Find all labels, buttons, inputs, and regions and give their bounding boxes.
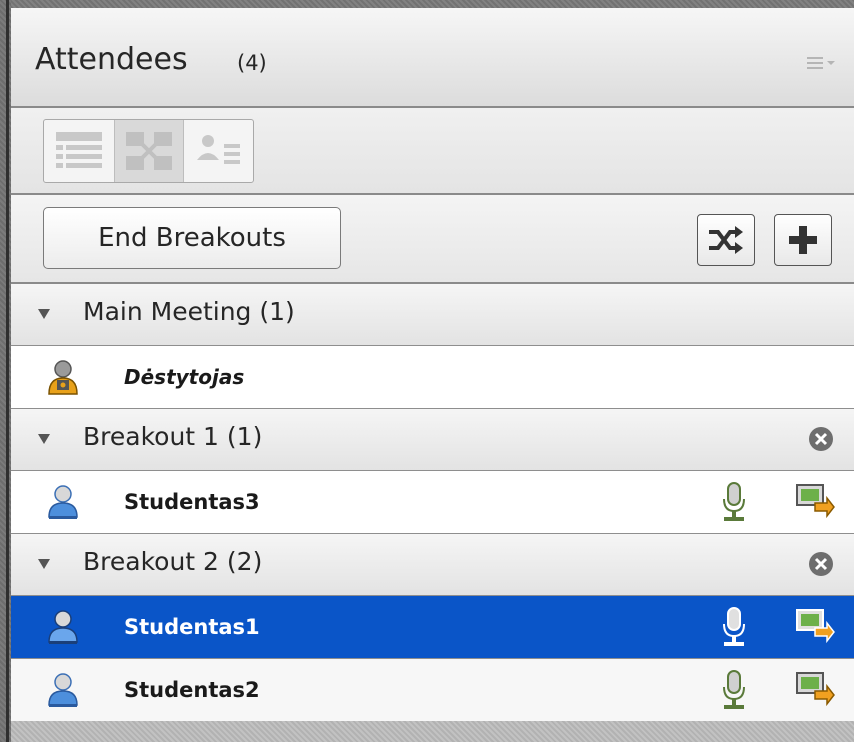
shuffle-icon [709, 226, 743, 254]
group-row-breakout-1[interactable]: Breakout 1 (1) [11, 409, 854, 471]
close-breakout-icon[interactable] [807, 550, 835, 578]
list-view-button[interactable] [44, 120, 114, 182]
microphone-icon[interactable] [719, 481, 749, 523]
attendee-name: Dėstytojas [124, 365, 245, 389]
shuffle-button[interactable] [697, 214, 755, 266]
microphone-icon[interactable] [719, 669, 749, 711]
add-breakout-button[interactable] [774, 214, 832, 266]
panel-header: Attendees (4) [11, 8, 854, 108]
microphone-icon[interactable] [719, 606, 749, 648]
share-screen-icon[interactable] [795, 608, 835, 644]
participant-user-icon [48, 610, 78, 644]
attendees-panel: Attendees (4) End Breakouts Main Meeting… [11, 8, 854, 722]
group-label: Breakout 2 (2) [83, 547, 263, 576]
window-bottom-border [11, 721, 854, 742]
attendee-name: Studentas1 [124, 615, 260, 639]
attendee-name: Studentas2 [124, 678, 260, 702]
breakout-view-icon [125, 132, 172, 170]
attendee-row-selected[interactable]: Studentas1 [11, 596, 854, 659]
attendee-status-view-icon [196, 135, 240, 164]
group-row-main-meeting[interactable]: Main Meeting (1) [11, 284, 854, 346]
collapse-triangle-icon[interactable] [38, 434, 50, 444]
attendee-status-view-button[interactable] [183, 120, 253, 182]
host-user-icon [48, 360, 78, 395]
view-mode-group [43, 119, 254, 183]
collapse-triangle-icon[interactable] [38, 309, 50, 319]
end-breakouts-button[interactable]: End Breakouts [43, 207, 341, 269]
attendee-row[interactable]: Studentas2 [11, 659, 854, 722]
window-top-border [11, 0, 854, 8]
attendee-name: Studentas3 [124, 490, 260, 514]
share-screen-icon[interactable] [795, 671, 835, 707]
attendee-row[interactable]: Studentas3 [11, 471, 854, 534]
group-row-breakout-2[interactable]: Breakout 2 (2) [11, 534, 854, 596]
window-left-border [0, 0, 11, 742]
close-breakout-icon[interactable] [807, 425, 835, 453]
list-view-icon [55, 132, 102, 168]
attendee-row-host[interactable]: Dėstytojas [11, 346, 854, 409]
participant-user-icon [48, 485, 78, 519]
breakout-view-button[interactable] [113, 120, 184, 182]
breakout-toolbar: End Breakouts [11, 195, 854, 284]
view-mode-bar [11, 108, 854, 195]
plus-icon [789, 226, 817, 254]
panel-title: Attendees [35, 42, 188, 77]
participant-user-icon [48, 673, 78, 707]
attendee-list: Main Meeting (1) Dėstytojas Breakout 1 (… [11, 284, 854, 722]
panel-menu-icon[interactable] [807, 54, 837, 72]
attendee-count: (4) [237, 51, 267, 75]
share-screen-icon[interactable] [795, 483, 835, 519]
group-label: Main Meeting (1) [83, 297, 295, 326]
group-label: Breakout 1 (1) [83, 422, 263, 451]
collapse-triangle-icon[interactable] [38, 559, 50, 569]
